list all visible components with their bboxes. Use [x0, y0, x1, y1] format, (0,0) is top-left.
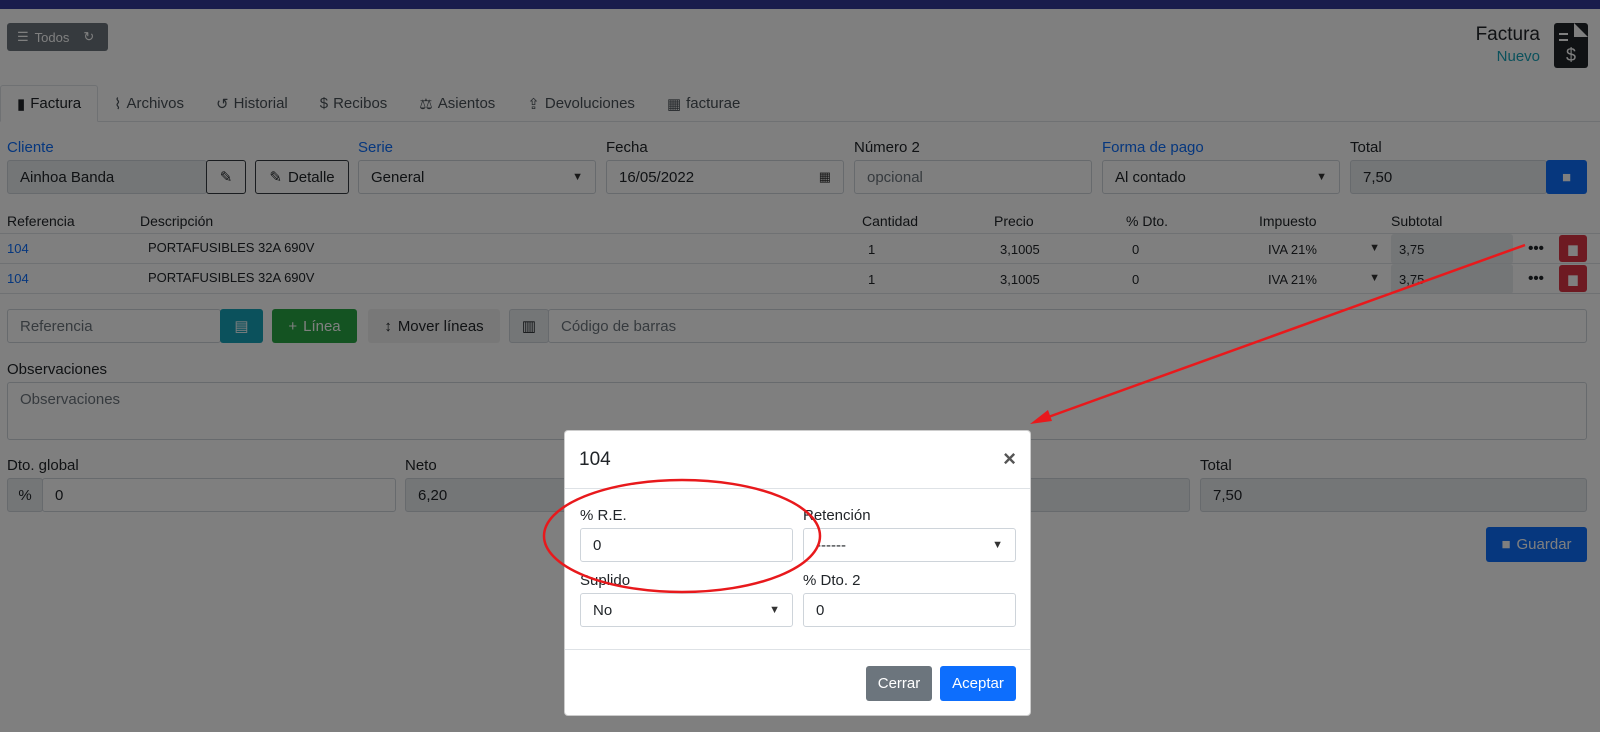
- suplido-label: Suplido: [580, 572, 631, 589]
- chevron-down-icon: ▼: [992, 539, 1003, 551]
- dto2-input[interactable]: 0: [803, 593, 1016, 627]
- line-options-modal: 104 × % R.E. 0 Retención ------ ▼ Suplido…: [564, 430, 1031, 716]
- suplido-value: No: [593, 601, 613, 619]
- modal-footer: Cerrar Aceptar: [565, 649, 1030, 715]
- retencion-label: Retención: [803, 507, 871, 524]
- retencion-value: ------: [816, 536, 846, 554]
- modal-header: 104: [565, 431, 1030, 489]
- retencion-select[interactable]: ------ ▼: [803, 528, 1016, 562]
- suplido-select[interactable]: No ▼: [580, 593, 793, 627]
- dto2-label: % Dto. 2: [803, 572, 861, 589]
- aceptar-button[interactable]: Aceptar: [940, 666, 1016, 701]
- close-icon[interactable]: ×: [1003, 446, 1016, 472]
- re-input[interactable]: 0: [580, 528, 793, 562]
- modal-title: 104: [579, 448, 611, 470]
- cerrar-button[interactable]: Cerrar: [866, 666, 932, 701]
- re-label: % R.E.: [580, 507, 627, 524]
- chevron-down-icon: ▼: [769, 604, 780, 616]
